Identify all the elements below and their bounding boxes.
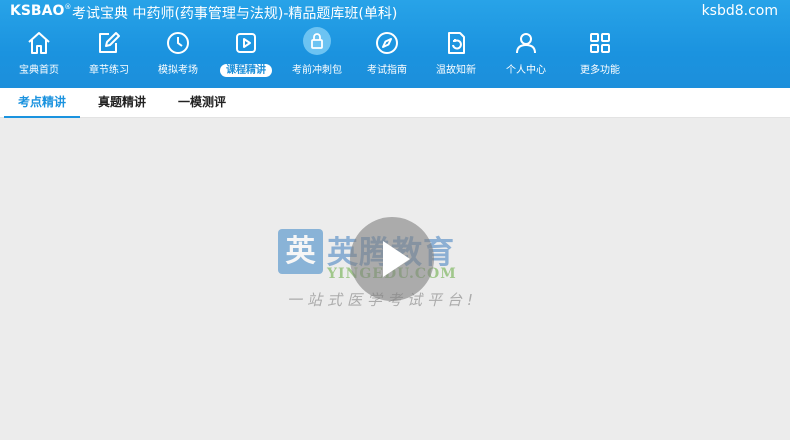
play-square-icon	[231, 28, 261, 58]
tab-key-points[interactable]: 考点精讲	[4, 88, 80, 118]
site-domain[interactable]: ksbd8.com	[702, 3, 778, 19]
nav-item-home[interactable]: 宝典首页	[4, 26, 74, 84]
brand-mark: ®	[64, 3, 72, 11]
nav-label: 模拟考场	[158, 65, 198, 76]
main-nav: 宝典首页 章节练习 模拟考场 课程精讲 考前冲刺包 考试指南 温故知新 个人中心…	[0, 26, 790, 86]
user-icon	[511, 28, 541, 58]
nav-label: 温故知新	[436, 65, 476, 76]
play-button[interactable]	[350, 217, 434, 301]
nav-label: 课程精讲	[211, 64, 281, 78]
watermark-logo: 英	[278, 229, 323, 274]
title-row: KSBAO® 考试宝典 中药师(药事管理与法规)-精品题库班(单科) ksbd8…	[0, 0, 790, 24]
nav-item-mock-exam[interactable]: 模拟考场	[143, 26, 213, 84]
nav-label: 考前冲刺包	[292, 65, 342, 76]
play-icon	[383, 241, 410, 277]
nav-label: 考试指南	[367, 65, 407, 76]
nav-item-sprint-pack[interactable]: 考前冲刺包	[282, 26, 352, 84]
tab-mock-evaluation[interactable]: 一模测评	[164, 88, 240, 118]
nav-label: 个人中心	[506, 65, 546, 76]
brand-text: KSBAO	[10, 3, 65, 19]
clock-icon	[163, 28, 193, 58]
nav-label: 更多功能	[580, 65, 620, 76]
top-header: KSBAO® 考试宝典 中药师(药事管理与法规)-精品题库班(单科) ksbd8…	[0, 0, 790, 88]
sub-tabs: 考点精讲 真题精讲 一模测评	[0, 88, 790, 118]
nav-label: 宝典首页	[19, 65, 59, 76]
nav-label: 章节练习	[89, 65, 129, 76]
nav-item-course-lectures[interactable]: 课程精讲	[211, 26, 281, 84]
nav-item-exam-guide[interactable]: 考试指南	[352, 26, 422, 84]
video-player[interactable]: 英 英腾教育 YINGEDU.COM 一站式医学考试平台!	[0, 119, 790, 440]
nav-item-more-features[interactable]: 更多功能	[565, 26, 635, 84]
compass-icon	[372, 28, 402, 58]
edit-icon	[94, 28, 124, 58]
nav-item-personal-center[interactable]: 个人中心	[491, 26, 561, 84]
nav-item-review[interactable]: 温故知新	[421, 26, 491, 84]
grid-icon	[585, 28, 615, 58]
nav-item-chapter-practice[interactable]: 章节练习	[74, 26, 144, 84]
brand-logo: KSBAO®	[10, 3, 71, 19]
tab-past-exams[interactable]: 真题精讲	[84, 88, 160, 118]
refresh-doc-icon	[441, 28, 471, 58]
home-icon	[24, 28, 54, 58]
app-title: 考试宝典 中药师(药事管理与法规)-精品题库班(单科)	[72, 6, 398, 22]
lock-icon	[303, 27, 331, 55]
